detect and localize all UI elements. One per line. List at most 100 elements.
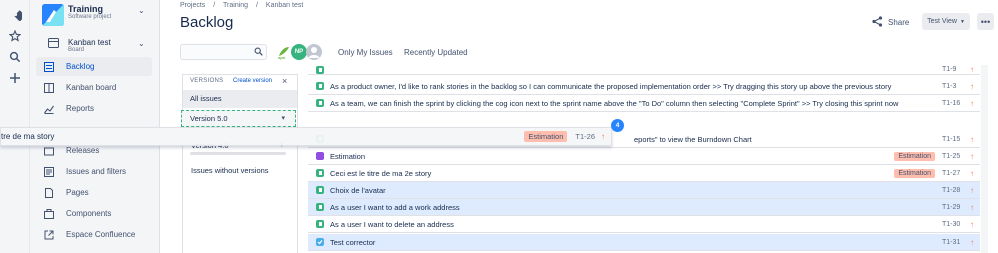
- priority-arrow-icon: ↑: [970, 151, 974, 161]
- sidebar-item-label: Espace Confluence: [66, 230, 136, 239]
- story-icon: [316, 220, 324, 228]
- pages-icon: [44, 187, 54, 198]
- board-view-label: Test View: [927, 18, 957, 25]
- breadcrumb: Projects / Training / Kanban test: [180, 2, 309, 9]
- avatar-user[interactable]: [306, 44, 322, 60]
- share-label: Share: [888, 18, 910, 27]
- issue-summary: Choix de l'avatar: [330, 185, 386, 195]
- board-view-select[interactable]: Test View ▼: [922, 13, 970, 30]
- version-progress-bar: [190, 152, 286, 155]
- epic-label: Estimation: [524, 131, 568, 142]
- board-icon: [48, 38, 59, 50]
- close-icon[interactable]: ×: [282, 76, 287, 86]
- issue-key[interactable]: T1-9: [942, 66, 968, 73]
- story-icon: [316, 203, 324, 211]
- epic-label[interactable]: Estimation: [894, 168, 935, 178]
- sidebar-item-kanban-board[interactable]: Kanban board: [36, 78, 152, 97]
- scrollbar[interactable]: [981, 65, 988, 253]
- project-avatar[interactable]: [42, 4, 64, 26]
- priority-arrow-icon: ↑: [970, 237, 974, 247]
- sidebar-item-label: Pages: [66, 188, 89, 197]
- sidebar-item-backlog[interactable]: Backlog: [36, 57, 152, 76]
- sidebar-item-label: Kanban board: [66, 83, 117, 92]
- backlog-icon: [44, 61, 54, 72]
- story-icon: [316, 169, 324, 177]
- sidebar-item-pages[interactable]: Pages: [36, 183, 152, 202]
- avatar-spring[interactable]: spri: [276, 44, 292, 60]
- sidebar-item-label: Issues and filters: [66, 167, 127, 176]
- page-title: Backlog: [180, 14, 234, 31]
- breadcrumb-kanban-test[interactable]: Kanban test: [266, 2, 303, 9]
- breadcrumb-separator: /: [213, 2, 216, 9]
- issue-summary: Test corrector: [330, 237, 376, 247]
- breadcrumb-training[interactable]: Training: [223, 2, 248, 9]
- story-icon: [316, 186, 324, 194]
- table-row[interactable]: T1-9 ↑: [308, 65, 980, 75]
- table-row[interactable]: As a user I want to delete an address T1…: [308, 216, 980, 233]
- issue-key[interactable]: T1-25: [942, 153, 968, 160]
- table-row[interactable]: As a product owner, I'd like to rank sto…: [308, 78, 980, 95]
- sidebar-item-components[interactable]: Components: [36, 204, 152, 223]
- project-name[interactable]: Training: [68, 4, 103, 14]
- reports-icon: [44, 104, 54, 114]
- jira-logo-icon[interactable]: [8, 7, 22, 21]
- epic-label[interactable]: Estimation: [894, 151, 935, 161]
- issue-key[interactable]: T1-29: [942, 204, 968, 211]
- board-name[interactable]: Kanban test: [68, 38, 111, 47]
- board-icon: [44, 82, 54, 93]
- create-plus-icon[interactable]: [8, 71, 22, 85]
- epic-icon: [316, 152, 324, 160]
- star-icon[interactable]: [8, 29, 22, 43]
- issues-icon: [44, 166, 54, 177]
- table-row[interactable]: As a team, we can finish the sprint by c…: [308, 95, 980, 112]
- issue-key[interactable]: T1-28: [942, 187, 968, 194]
- issue-key[interactable]: T1-30: [942, 221, 968, 228]
- priority-arrow-icon: ↑: [970, 185, 974, 195]
- create-version-link[interactable]: Create version: [233, 78, 272, 84]
- versions-header: VERSIONS: [190, 78, 224, 84]
- issue-key[interactable]: T1-27: [942, 170, 968, 177]
- quick-filter-only-my-issues[interactable]: Only My Issues: [338, 48, 393, 57]
- priority-arrow-icon: ↑: [970, 202, 974, 212]
- issue-key[interactable]: T1-15: [942, 136, 968, 143]
- sidebar-item-reports[interactable]: Reports: [36, 99, 152, 118]
- quick-filter-recently-updated[interactable]: Recently Updated: [404, 48, 468, 57]
- table-row[interactable]: Ceci est le titre de ma 2e story Estimat…: [308, 165, 980, 182]
- issue-key[interactable]: T1-3: [942, 83, 968, 90]
- priority-arrow-icon: ↑: [970, 168, 974, 178]
- sidebar-item-label: Reports: [66, 104, 95, 113]
- avatar-np[interactable]: NP: [291, 44, 307, 60]
- sidebar-item-issues-and-filters[interactable]: Issues and filters: [36, 162, 152, 181]
- sidebar-item-espace-confluence[interactable]: Espace Confluence: [36, 225, 152, 244]
- svg-text:spri: spri: [278, 55, 285, 60]
- priority-arrow-icon: ↑: [970, 65, 974, 74]
- sidebar-item-label: Components: [66, 209, 112, 218]
- versions-without-versions[interactable]: Issues without versions: [191, 166, 269, 175]
- caret-down-icon: ▼: [959, 18, 965, 25]
- table-row[interactable]: Estimation Estimation T1-25 ↑: [308, 148, 980, 165]
- version-item-5[interactable]: Version 5.0 ▾: [181, 110, 296, 127]
- board-type: Board: [68, 47, 85, 53]
- story-icon: [316, 65, 324, 74]
- table-row[interactable]: As a user I want to add a work address T…: [308, 199, 980, 216]
- chevron-down-icon[interactable]: ⌄: [138, 39, 145, 48]
- confluence-icon: [44, 230, 54, 240]
- search-icon[interactable]: [8, 50, 22, 64]
- breadcrumb-projects[interactable]: Projects: [180, 2, 205, 9]
- issue-key[interactable]: T1-16: [942, 100, 968, 107]
- dragged-issue-card[interactable]: tre de ma story Estimation T1-26 ↑: [0, 127, 612, 146]
- priority-arrow-icon: ↑: [970, 81, 974, 91]
- share-button[interactable]: Share: [872, 16, 909, 29]
- more-actions-button[interactable]: •••: [977, 13, 994, 30]
- task-icon: [316, 238, 324, 246]
- table-row[interactable]: Test corrector T1-31 ↑: [308, 234, 980, 251]
- story-icon: [316, 82, 324, 90]
- breadcrumb-separator: /: [256, 2, 258, 9]
- versions-all-issues[interactable]: All issues: [183, 90, 297, 108]
- story-icon: [316, 99, 324, 107]
- table-row[interactable]: Choix de l'avatar T1-28 ↑: [308, 182, 980, 199]
- chevron-down-icon[interactable]: ⌄: [138, 6, 145, 15]
- issue-summary: As a user I want to delete an address: [330, 219, 454, 229]
- issue-key[interactable]: T1-31: [942, 239, 968, 246]
- caret-down-icon[interactable]: ▾: [281, 111, 285, 126]
